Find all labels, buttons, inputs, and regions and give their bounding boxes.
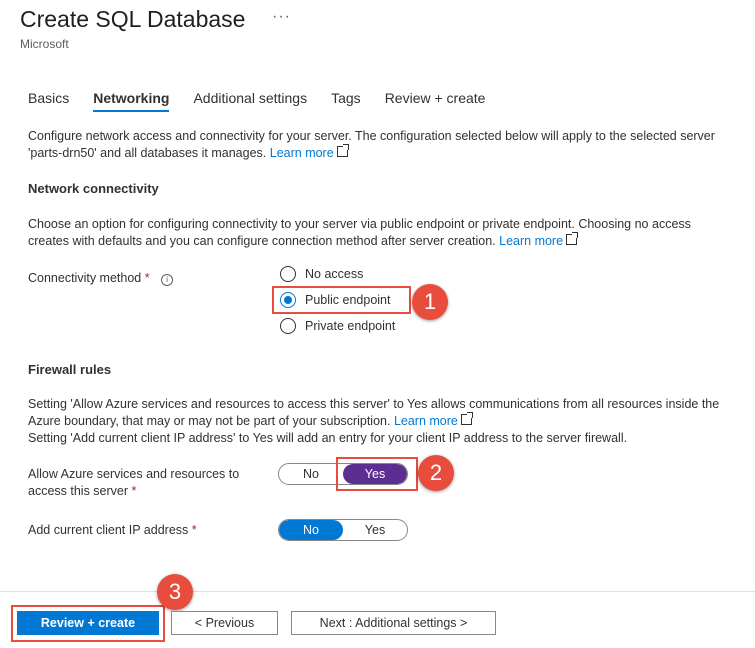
toggle-no-selected[interactable]: No — [279, 520, 343, 540]
previous-button[interactable]: < Previous — [171, 611, 278, 635]
callout-badge-1: 1 — [412, 284, 448, 320]
toggle-no[interactable]: No — [279, 464, 343, 484]
callout-badge-3: 3 — [157, 574, 193, 610]
tab-networking[interactable]: Networking — [93, 90, 170, 112]
next-additional-settings-button[interactable]: Next : Additional settings > — [291, 611, 496, 635]
tab-basics[interactable]: Basics — [28, 90, 69, 112]
network-description: Choose an option for configuring connect… — [28, 216, 733, 250]
page-subtitle: Microsoft — [20, 37, 69, 51]
connectivity-method-text: Connectivity method — [28, 271, 142, 285]
radio-private-endpoint[interactable]: Private endpoint — [280, 318, 395, 334]
client-ip-text: Add current client IP address — [28, 523, 189, 537]
connectivity-method-label: Connectivity method * i — [28, 270, 174, 287]
tab-bar: Basics Networking Additional settings Ta… — [28, 90, 509, 112]
more-options-icon[interactable]: ··· — [272, 8, 291, 26]
allow-azure-label: Allow Azure services and resources to ac… — [28, 466, 258, 500]
toggle-yes[interactable]: Yes — [343, 520, 407, 540]
external-link-icon — [336, 144, 349, 157]
firewall-rules-heading: Firewall rules — [28, 362, 112, 377]
review-create-button[interactable]: Review + create — [17, 611, 159, 635]
tab-additional-settings[interactable]: Additional settings — [193, 90, 307, 112]
intro-learn-more-link[interactable]: Learn more — [270, 146, 334, 160]
firewall-description-text-2: Setting 'Add current client IP address' … — [28, 431, 628, 445]
callout-highlight-1 — [272, 286, 411, 314]
network-connectivity-heading: Network connectivity — [28, 181, 159, 196]
network-learn-more-link[interactable]: Learn more — [499, 234, 563, 248]
client-ip-toggle[interactable]: No Yes — [278, 519, 408, 541]
external-link-icon — [566, 232, 579, 245]
firewall-description-text: Setting 'Allow Azure services and resour… — [28, 397, 720, 428]
tab-review-create[interactable]: Review + create — [385, 90, 486, 112]
info-icon[interactable]: i — [161, 274, 174, 286]
intro-text: Configure network access and connectivit… — [28, 128, 733, 162]
required-marker: * — [191, 523, 197, 537]
firewall-description: Setting 'Allow Azure services and resour… — [28, 396, 733, 447]
required-marker: * — [131, 484, 137, 498]
radio-button[interactable] — [280, 266, 296, 282]
page-title: Create SQL Database — [20, 6, 246, 32]
intro-description: Configure network access and connectivit… — [28, 129, 715, 160]
network-description-text: Choose an option for configuring connect… — [28, 217, 691, 248]
footer-divider — [0, 591, 755, 592]
callout-highlight-2 — [336, 457, 418, 491]
firewall-learn-more-link[interactable]: Learn more — [394, 414, 458, 428]
radio-no-access[interactable]: No access — [280, 266, 363, 282]
radio-button[interactable] — [280, 318, 296, 334]
radio-label: No access — [305, 267, 364, 281]
callout-badge-2: 2 — [418, 455, 454, 491]
tab-tags[interactable]: Tags — [331, 90, 361, 112]
required-marker: * — [144, 271, 150, 285]
client-ip-label: Add current client IP address * — [28, 522, 197, 539]
radio-label: Private endpoint — [305, 319, 396, 333]
external-link-icon — [460, 412, 473, 425]
